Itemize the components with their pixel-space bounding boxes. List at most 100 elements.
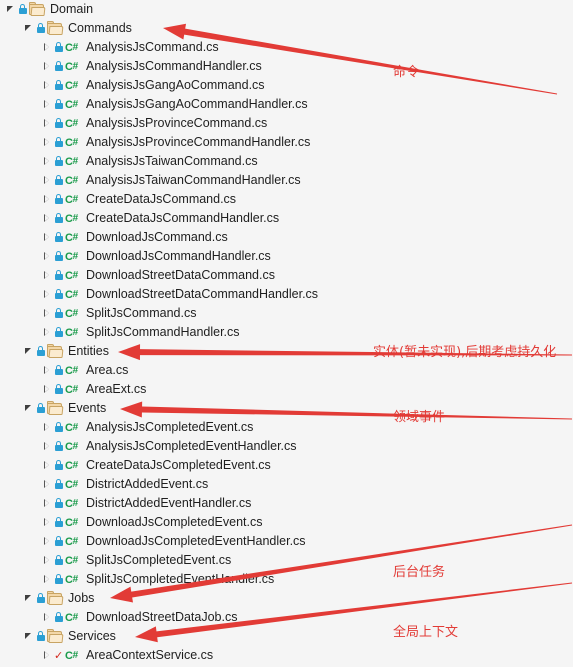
source-control-lock-icon	[53, 361, 64, 380]
chevron-collapsed-icon[interactable]	[42, 285, 53, 304]
source-control-lock-icon	[35, 342, 46, 361]
csharp-file-icon: C#	[65, 232, 78, 244]
chevron-collapsed-icon[interactable]	[42, 361, 53, 380]
tree-folder-node[interactable]: Jobs	[0, 589, 94, 608]
chevron-collapsed-icon[interactable]	[42, 608, 53, 627]
tree-file-node[interactable]: C# SplitJsCompletedEvent.cs	[0, 551, 231, 570]
tree-node-label: AnalysisJsProvinceCommand.cs	[86, 116, 268, 130]
chevron-collapsed-icon[interactable]	[42, 323, 53, 342]
chevron-collapsed-icon[interactable]	[42, 247, 53, 266]
chevron-collapsed-icon[interactable]	[42, 228, 53, 247]
tree-node-label: Events	[68, 401, 107, 415]
tree-folder-node[interactable]: Entities	[0, 342, 109, 361]
chevron-collapsed-icon[interactable]	[42, 532, 53, 551]
chevron-collapsed-icon[interactable]	[42, 456, 53, 475]
chevron-collapsed-icon[interactable]	[42, 437, 53, 456]
tree-file-node[interactable]: C# AreaExt.cs	[0, 380, 146, 399]
tree-file-node[interactable]: C# AnalysisJsTaiwanCommand.cs	[0, 152, 258, 171]
csharp-file-icon: C#	[65, 213, 78, 225]
chevron-collapsed-icon[interactable]	[42, 475, 53, 494]
tree-folder-node[interactable]: Services	[0, 627, 116, 646]
tree-file-node[interactable]: C# AnalysisJsCompletedEvent.cs	[0, 418, 253, 437]
chevron-collapsed-icon[interactable]	[42, 38, 53, 57]
chevron-expanded-icon[interactable]	[24, 627, 35, 646]
csharp-file-icon: C#	[65, 327, 78, 339]
folder-icon	[47, 19, 64, 38]
tree-folder-node[interactable]: Commands	[0, 19, 132, 38]
chevron-expanded-icon[interactable]	[24, 399, 35, 418]
tree-file-node[interactable]: C# DownloadStreetDataCommandHandler.cs	[0, 285, 318, 304]
chevron-collapsed-icon[interactable]	[42, 95, 53, 114]
tree-file-node[interactable]: C# SplitJsCommand.cs	[0, 304, 196, 323]
folder-icon	[29, 0, 46, 19]
tree-file-node[interactable]: C# DownloadStreetDataCommand.cs	[0, 266, 275, 285]
tree-file-node[interactable]: C# CreateDataJsCommand.cs	[0, 190, 236, 209]
tree-file-node[interactable]: C# CreateDataJsCompletedEvent.cs	[0, 456, 271, 475]
source-control-lock-icon	[17, 0, 28, 19]
chevron-collapsed-icon[interactable]	[42, 209, 53, 228]
source-control-lock-icon	[53, 76, 64, 95]
chevron-collapsed-icon[interactable]	[42, 494, 53, 513]
csharp-file-icon: C#	[65, 365, 78, 377]
csharp-file-icon: C#	[65, 441, 78, 453]
csharp-file-icon: C#	[65, 80, 78, 92]
chevron-collapsed-icon[interactable]	[42, 114, 53, 133]
folder-icon	[47, 627, 64, 646]
tree-node-label: SplitJsCompletedEventHandler.cs	[86, 572, 275, 586]
chevron-collapsed-icon[interactable]	[42, 513, 53, 532]
tree-file-node[interactable]: C# AnalysisJsProvinceCommand.cs	[0, 114, 267, 133]
chevron-expanded-icon[interactable]	[6, 0, 17, 19]
tree-file-node[interactable]: ✓ C# AreaContextService.cs	[0, 646, 213, 665]
source-control-lock-icon	[53, 494, 64, 513]
tree-file-node[interactable]: C# DownloadStreetDataJob.cs	[0, 608, 237, 627]
chevron-collapsed-icon[interactable]	[42, 171, 53, 190]
tree-file-node[interactable]: C# AnalysisJsGangAoCommand.cs	[0, 76, 265, 95]
chevron-collapsed-icon[interactable]	[42, 551, 53, 570]
tree-file-node[interactable]: C# SplitJsCommandHandler.cs	[0, 323, 240, 342]
chevron-collapsed-icon[interactable]	[42, 190, 53, 209]
chevron-collapsed-icon[interactable]	[42, 76, 53, 95]
chevron-collapsed-icon[interactable]	[42, 133, 53, 152]
tree-node-label: Services	[68, 629, 116, 643]
tree-file-node[interactable]: C# AnalysisJsCommand.cs	[0, 38, 219, 57]
tree-file-node[interactable]: C# SplitJsCompletedEventHandler.cs	[0, 570, 274, 589]
tree-folder-node[interactable]: Domain	[0, 0, 93, 19]
chevron-collapsed-icon[interactable]	[42, 152, 53, 171]
tree-file-node[interactable]: C# CreateDataJsCommandHandler.cs	[0, 209, 279, 228]
chevron-collapsed-icon[interactable]	[42, 418, 53, 437]
chevron-expanded-icon[interactable]	[24, 342, 35, 361]
tree-file-node[interactable]: C# DownloadJsCompletedEvent.cs	[0, 513, 262, 532]
chevron-collapsed-icon[interactable]	[42, 57, 53, 76]
csharp-file-icon: C#	[65, 61, 78, 73]
tree-file-node[interactable]: C# DownloadJsCompletedEventHandler.cs	[0, 532, 306, 551]
source-control-lock-icon	[53, 95, 64, 114]
source-control-lock-icon	[53, 285, 64, 304]
source-control-lock-icon	[35, 19, 46, 38]
folder-icon	[47, 589, 64, 608]
chevron-collapsed-icon[interactable]	[42, 570, 53, 589]
chevron-collapsed-icon[interactable]	[42, 266, 53, 285]
tree-file-node[interactable]: C# DistrictAddedEventHandler.cs	[0, 494, 251, 513]
chevron-collapsed-icon[interactable]	[42, 380, 53, 399]
tree-file-node[interactable]: C# AnalysisJsCompletedEventHandler.cs	[0, 437, 297, 456]
tree-file-node[interactable]: C# AnalysisJsGangAoCommandHandler.cs	[0, 95, 308, 114]
tree-file-node[interactable]: C# DownloadJsCommandHandler.cs	[0, 247, 271, 266]
source-control-lock-icon	[35, 589, 46, 608]
chevron-expanded-icon[interactable]	[24, 19, 35, 38]
source-control-lock-icon	[53, 456, 64, 475]
tree-file-node[interactable]: C# DistrictAddedEvent.cs	[0, 475, 208, 494]
chevron-collapsed-icon[interactable]	[42, 646, 53, 665]
tree-file-node[interactable]: C# AnalysisJsTaiwanCommandHandler.cs	[0, 171, 301, 190]
tree-file-node[interactable]: C# AnalysisJsProvinceCommandHandler.cs	[0, 133, 310, 152]
source-control-lock-icon	[53, 570, 64, 589]
chevron-collapsed-icon[interactable]	[42, 304, 53, 323]
tree-folder-node[interactable]: Events	[0, 399, 106, 418]
solution-explorer-tree[interactable]: Domain Commands C# AnalysisJsCommand.cs C# An…	[0, 0, 573, 667]
source-control-lock-icon	[53, 304, 64, 323]
source-control-lock-icon	[35, 627, 46, 646]
chevron-expanded-icon[interactable]	[24, 589, 35, 608]
tree-file-node[interactable]: C# AnalysisJsCommandHandler.cs	[0, 57, 262, 76]
tree-file-node[interactable]: C# DownloadJsCommand.cs	[0, 228, 228, 247]
tree-node-label: Commands	[68, 21, 132, 35]
tree-file-node[interactable]: C# Area.cs	[0, 361, 128, 380]
